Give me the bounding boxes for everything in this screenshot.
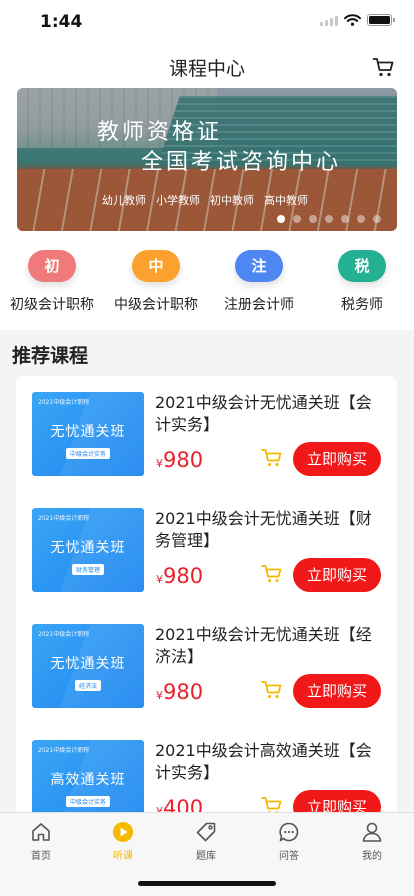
course-item[interactable]: 2021中级会计职称 无忧通关班 经济法 2021中级会计无忧通关班【经济法】 …	[32, 624, 387, 724]
promo-banner[interactable]: 教师资格证 全国考试咨询中心 幼儿教师 小学教师 初中教师 高中教师	[17, 88, 397, 231]
banner-tags: 幼儿教师 小学教师 初中教师 高中教师	[102, 192, 308, 208]
category-badge: 初	[28, 250, 76, 282]
status-icons	[320, 14, 395, 26]
category-badge: 中	[132, 250, 180, 282]
course-name[interactable]: 2021中级会计高效通关班【会计实务】	[155, 740, 385, 784]
buy-now-button[interactable]: 立即购买	[293, 442, 381, 476]
course-thumbnail[interactable]: 2021中级会计职称 无忧通关班 财务管理	[32, 508, 144, 592]
banner-pagination	[277, 215, 381, 223]
tab-profile[interactable]: 我的	[331, 821, 413, 862]
banner-dot[interactable]	[277, 215, 285, 223]
category-badge: 注	[235, 250, 283, 282]
banner-dot[interactable]	[293, 215, 301, 223]
banner-dot[interactable]	[309, 215, 317, 223]
banner-tag: 高中教师	[264, 194, 308, 207]
banner-dot[interactable]	[357, 215, 365, 223]
recommended-section: 推荐课程 2021中级会计职称 无忧通关班 中级会计实务 2021中级会计无忧通…	[0, 330, 414, 836]
thumbnail-caption: 2021中级会计职称	[38, 747, 90, 754]
add-to-cart-icon[interactable]	[261, 564, 283, 584]
thumbnail-title: 无忧通关班	[50, 656, 126, 672]
category-item[interactable]: 税 税务师	[310, 250, 414, 314]
category-label: 中级会计职称	[114, 297, 198, 313]
course-item[interactable]: 2021中级会计职称 无忧通关班 中级会计实务 2021中级会计无忧通关班【会计…	[32, 392, 387, 492]
thumbnail-caption: 2021中级会计职称	[38, 399, 90, 406]
category-item[interactable]: 中 中级会计职称	[104, 250, 208, 314]
tab-qa[interactable]: 问答	[248, 821, 330, 862]
thumbnail-caption: 2021中级会计职称	[38, 515, 90, 522]
course-name[interactable]: 2021中级会计无忧通关班【财务管理】	[155, 508, 385, 552]
course-price: ¥980	[156, 564, 203, 588]
nav-bar: 课程中心	[0, 44, 414, 88]
course-price: ¥980	[156, 680, 203, 704]
battery-icon	[367, 14, 395, 26]
course-list: 2021中级会计职称 无忧通关班 中级会计实务 2021中级会计无忧通关班【会计…	[16, 376, 397, 836]
tab-label: 听课	[113, 851, 133, 862]
banner-tag: 初中教师	[210, 194, 254, 207]
course-item[interactable]: 2021中级会计职称 无忧通关班 财务管理 2021中级会计无忧通关班【财务管理…	[32, 508, 387, 608]
user-icon	[362, 822, 382, 842]
signal-icon	[320, 15, 338, 26]
banner-subtitle: 全国考试咨询中心	[141, 150, 342, 175]
price-symbol: ¥	[156, 689, 163, 702]
price-symbol: ¥	[156, 457, 163, 470]
thumbnail-caption: 2021中级会计职称	[38, 631, 90, 638]
price-value: 980	[163, 448, 204, 472]
thumbnail-title: 无忧通关班	[50, 540, 126, 556]
thumbnail-title: 无忧通关班	[50, 424, 126, 440]
category-item[interactable]: 注 注册会计师	[207, 250, 311, 314]
price-symbol: ¥	[156, 573, 163, 586]
section-title: 推荐课程	[12, 345, 89, 367]
home-icon	[32, 823, 50, 841]
banner-dot[interactable]	[325, 215, 333, 223]
category-label: 税务师	[341, 297, 383, 313]
price-value: 980	[163, 564, 204, 588]
banner-dot[interactable]	[373, 215, 381, 223]
status-time: 1:44	[40, 12, 83, 32]
category-row: 初 初级会计职称 中 中级会计职称 注 注册会计师 税 税务师	[0, 250, 414, 328]
course-name[interactable]: 2021中级会计无忧通关班【会计实务】	[155, 392, 385, 436]
tab-question-bank[interactable]: 题库	[165, 821, 247, 862]
thumbnail-title: 高效通关班	[50, 772, 126, 788]
cart-button[interactable]	[372, 56, 394, 78]
tab-label: 题库	[196, 851, 216, 862]
status-bar: 1:44	[0, 0, 414, 44]
tab-label: 首页	[31, 851, 51, 862]
banner-dot[interactable]	[341, 215, 349, 223]
add-to-cart-icon[interactable]	[261, 680, 283, 700]
tab-lessons[interactable]: 听课	[82, 821, 164, 862]
tab-label: 问答	[279, 851, 299, 862]
price-value: 980	[163, 680, 204, 704]
category-label: 初级会计职称	[10, 297, 94, 313]
wifi-icon	[344, 14, 361, 26]
play-icon	[113, 822, 133, 842]
thumbnail-tag: 财务管理	[71, 564, 105, 575]
chat-icon	[279, 822, 299, 842]
buy-now-button[interactable]: 立即购买	[293, 674, 381, 708]
buy-now-button[interactable]: 立即购买	[293, 558, 381, 592]
page-title: 课程中心	[168, 58, 245, 80]
tab-home[interactable]: 首页	[0, 821, 82, 862]
course-thumbnail[interactable]: 2021中级会计职称 无忧通关班 经济法	[32, 624, 144, 708]
tab-label: 我的	[362, 851, 382, 862]
thumbnail-tag: 经济法	[74, 680, 102, 691]
thumbnail-tag: 中级会计实务	[65, 448, 111, 459]
home-indicator	[138, 881, 276, 886]
add-to-cart-icon[interactable]	[261, 448, 283, 468]
banner-tag: 小学教师	[156, 194, 200, 207]
category-item[interactable]: 初 初级会计职称	[0, 250, 104, 314]
category-label: 注册会计师	[224, 297, 294, 313]
tag-icon	[196, 822, 216, 842]
course-name[interactable]: 2021中级会计无忧通关班【经济法】	[155, 624, 385, 668]
category-badge: 税	[338, 250, 386, 282]
thumbnail-tag: 中级会计实务	[65, 796, 111, 807]
course-price: ¥980	[156, 448, 203, 472]
banner-title: 教师资格证	[97, 120, 223, 145]
banner-tag: 幼儿教师	[102, 194, 146, 207]
course-thumbnail[interactable]: 2021中级会计职称 无忧通关班 中级会计实务	[32, 392, 144, 476]
